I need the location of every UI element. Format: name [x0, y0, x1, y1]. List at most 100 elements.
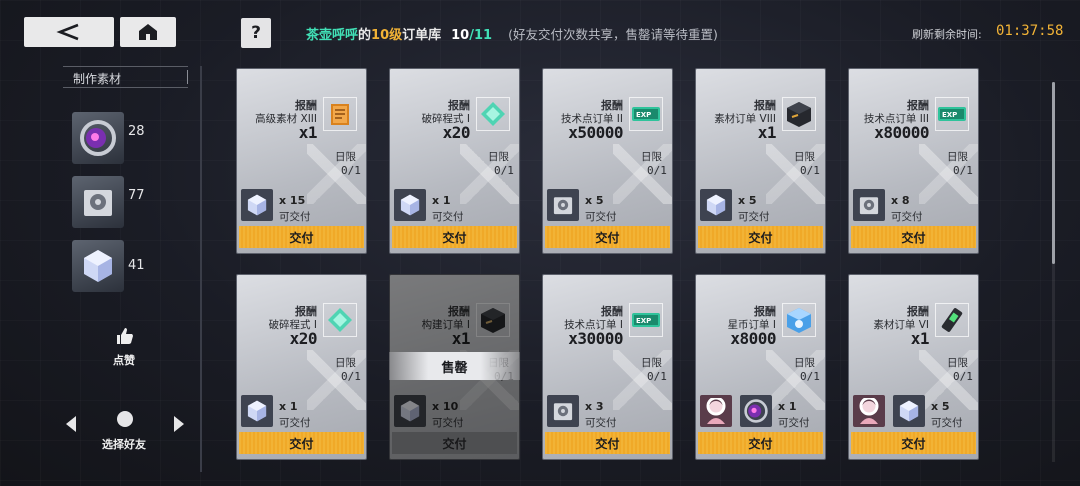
deliverable-label: 可交付	[891, 211, 923, 223]
order-card[interactable]: 报酬 素材订单 VIII x1 日限 0/1 x 5 可交付 交付	[695, 68, 826, 254]
material-slot-disk[interactable]	[72, 176, 124, 228]
orange-box-icon[interactable]	[323, 97, 357, 131]
home-button[interactable]	[120, 17, 176, 47]
required-crystal-cube-icon[interactable]	[241, 395, 273, 427]
green-shard-icon[interactable]	[323, 303, 357, 337]
dark-box-icon[interactable]	[782, 97, 816, 131]
daily-limit-value: 0/1	[953, 164, 973, 177]
required-quantity: x 1	[778, 400, 797, 413]
svg-text:EXP: EXP	[636, 317, 651, 325]
scrollbar-thumb[interactable]	[1052, 82, 1055, 264]
deliver-button[interactable]: 交付	[545, 226, 670, 248]
required-crystal-cube-icon[interactable]	[893, 395, 925, 427]
requester-avatar	[853, 395, 885, 427]
reward-quantity: x8000	[730, 329, 776, 348]
order-card[interactable]: 报酬 星币订单 I x8000 日限 0/1 x 1 可交付 交付	[695, 274, 826, 460]
reward-quantity: x20	[442, 123, 471, 142]
deliver-button[interactable]: 交付	[545, 432, 670, 454]
required-quantity: x 5	[738, 194, 757, 207]
deliver-button[interactable]: 交付	[392, 432, 517, 454]
required-quantity: x 10	[432, 400, 459, 413]
order-card[interactable]: 报酬 高级素材 XIII x1 日限 0/1 x 15 可交付 交付	[236, 68, 367, 254]
friend-select-icon[interactable]	[117, 411, 133, 427]
required-quantity: x 1	[432, 194, 451, 207]
order-card[interactable]: 报酬 技术点订单 II x50000 EXP 日限 0/1 x 5 可交付 交付	[542, 68, 673, 254]
back-arrow-icon	[56, 23, 79, 41]
exp-ticket-icon[interactable]: EXP	[935, 97, 969, 131]
green-cartridge-icon[interactable]	[935, 303, 969, 337]
deliverable-label: 可交付	[738, 211, 770, 223]
back-button[interactable]	[24, 17, 114, 47]
material-slot-orb[interactable]	[72, 112, 124, 164]
help-button[interactable]: ?	[241, 18, 271, 48]
required-disk-icon[interactable]	[547, 395, 579, 427]
deliverable-label: 可交付	[778, 417, 810, 429]
exp-ticket-icon[interactable]: EXP	[629, 97, 663, 131]
reward-quantity: x1	[451, 329, 471, 348]
dark-box-icon[interactable]	[476, 303, 510, 337]
material-slot-cube[interactable]	[72, 240, 124, 292]
crystal-cube-icon	[84, 250, 112, 282]
required-quantity: x 8	[891, 194, 910, 207]
order-library-title: 茶壶呼呼的10级订单库 10/11 (好友交付次数共享，售罄请等待重置)	[306, 24, 718, 43]
exp-ticket-icon[interactable]: EXP	[629, 303, 663, 337]
required-crystal-cube-icon[interactable]	[394, 395, 426, 427]
required-quantity: x 5	[585, 194, 604, 207]
required-purple-orb-icon[interactable]	[740, 395, 772, 427]
deliverable-label: 可交付	[585, 211, 617, 223]
material-count: 41	[128, 258, 145, 273]
daily-limit-value: 0/1	[800, 370, 820, 383]
share-note: (好友交付次数共享，售罄请等待重置)	[508, 27, 718, 42]
daily-limit-label: 日限	[794, 151, 815, 163]
deliver-button[interactable]: 交付	[239, 226, 364, 248]
daily-limit-label: 日限	[641, 357, 662, 369]
blue-coin-box-icon[interactable]	[782, 303, 816, 337]
svg-text:EXP: EXP	[636, 111, 651, 119]
friend-name: 茶壶呼呼	[306, 28, 359, 43]
thumbs-up-icon[interactable]	[115, 326, 135, 346]
required-quantity: x 15	[279, 194, 306, 207]
daily-limit-value: 0/1	[953, 370, 973, 383]
order-card[interactable]: 报酬 破碎程式 I x20 日限 0/1 x 1 可交付 交付	[236, 274, 367, 460]
deliver-button[interactable]: 交付	[698, 226, 823, 248]
daily-limit-label: 日限	[947, 151, 968, 163]
daily-limit-value: 0/1	[494, 164, 514, 177]
help-icon: ?	[251, 23, 261, 43]
deliverable-label: 可交付	[279, 417, 311, 429]
deliver-button[interactable]: 交付	[851, 432, 976, 454]
order-card[interactable]: 报酬 技术点订单 III x80000 EXP 日限 0/1 x 8 可交付 交…	[848, 68, 979, 254]
friend-level: 10级	[371, 28, 403, 43]
like-label: 点赞	[113, 354, 135, 367]
required-disk-icon[interactable]	[853, 189, 885, 221]
title-de: 的	[358, 28, 372, 43]
deliver-button[interactable]: 交付	[698, 432, 823, 454]
purple-orb-icon	[80, 120, 116, 156]
deliverable-label: 可交付	[432, 417, 464, 429]
green-shard-icon[interactable]	[476, 97, 510, 131]
sold-out-banner: 售罄	[389, 352, 520, 380]
daily-limit-value: 0/1	[341, 164, 361, 177]
order-card[interactable]: 报酬 技术点订单 I x30000 EXP 日限 0/1 x 3 可交付 交付	[542, 274, 673, 460]
svg-text:EXP: EXP	[942, 111, 957, 119]
order-card[interactable]: 报酬 破碎程式 I x20 日限 0/1 x 1 可交付 交付	[389, 68, 520, 254]
required-crystal-cube-icon[interactable]	[700, 189, 732, 221]
order-card[interactable]: 报酬 素材订单 VI x1 日限 0/1 x 5 可交付 交付	[848, 274, 979, 460]
deliver-button[interactable]: 交付	[851, 226, 976, 248]
deliver-button[interactable]: 交付	[392, 226, 517, 248]
material-count: 77	[128, 188, 145, 203]
daily-limit-label: 日限	[794, 357, 815, 369]
required-disk-icon[interactable]	[547, 189, 579, 221]
divider-rail	[200, 66, 202, 472]
deliver-button[interactable]: 交付	[239, 432, 364, 454]
required-crystal-cube-icon[interactable]	[394, 189, 426, 221]
daily-limit-label: 日限	[335, 151, 356, 163]
next-friend-arrow-icon[interactable]	[174, 416, 184, 432]
required-quantity: x 3	[585, 400, 604, 413]
prev-friend-arrow-icon[interactable]	[66, 416, 76, 432]
daily-limit-value: 0/1	[647, 370, 667, 383]
select-friend-label: 选择好友	[102, 438, 146, 451]
requester-avatar	[700, 395, 732, 427]
required-crystal-cube-icon[interactable]	[241, 189, 273, 221]
reward-quantity: x30000	[568, 329, 623, 348]
delivery-count-max: 11	[473, 28, 493, 43]
